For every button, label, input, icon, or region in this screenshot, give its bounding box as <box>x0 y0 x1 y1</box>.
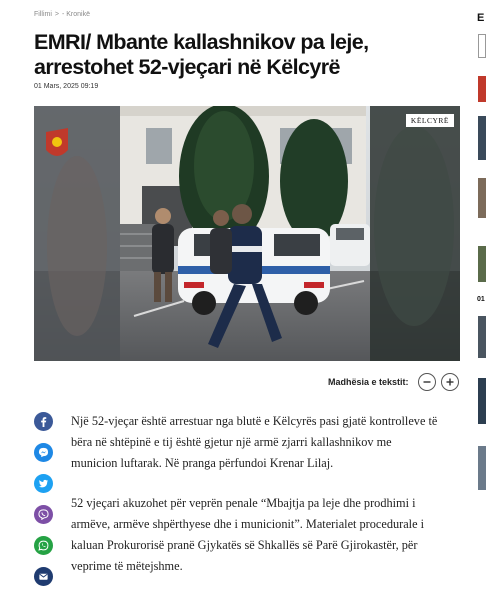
sidebar-thumbnail[interactable] <box>478 378 486 424</box>
whatsapp-icon <box>38 540 49 551</box>
sidebar-snippet: 01 <box>477 296 485 303</box>
decrease-text-button[interactable] <box>417 373 436 391</box>
share-twitter-button[interactable] <box>34 474 53 493</box>
sidebar-thumbnail[interactable] <box>478 76 486 102</box>
breadcrumb-home-link[interactable]: Fillimi <box>34 11 52 18</box>
breadcrumb: Fillimi > - Kronikë <box>34 11 90 18</box>
minus-icon <box>423 381 431 383</box>
sidebar-thumbnail[interactable] <box>478 446 486 490</box>
article-paragraph: Një 52-vjeçar është arrestuar nga blutë … <box>71 414 438 470</box>
breadcrumb-section-link[interactable]: - Kronikë <box>62 11 90 18</box>
sidebar-thumbnail[interactable] <box>478 116 486 160</box>
share-messenger-button[interactable] <box>34 443 53 462</box>
police-arrest-photo <box>34 106 460 361</box>
article-title: EMRI/ Mbante kallashnikov pa leje, arres… <box>34 30 369 79</box>
share-email-button[interactable] <box>34 567 53 586</box>
share-viber-button[interactable] <box>34 505 53 524</box>
twitter-icon <box>38 479 49 488</box>
article-date: 01 Mars, 2025 09:19 <box>34 83 99 90</box>
article-body: Një 52-vjeçar është arrestuar nga blutë … <box>71 411 441 596</box>
location-badge: KËLCYRË <box>405 114 454 127</box>
email-icon <box>39 573 48 580</box>
article-hero-image: KËLCYRË <box>34 106 460 361</box>
article-paragraph: 52 vjeçari akuzohet për veprën penale “M… <box>71 496 425 573</box>
increase-text-button[interactable] <box>440 373 459 391</box>
share-facebook-button[interactable] <box>34 412 53 431</box>
sidebar-thumbnail[interactable] <box>478 246 486 282</box>
breadcrumb-separator: > <box>54 11 59 18</box>
text-size-label: Madhësia e tekstit: <box>328 377 409 387</box>
sidebar-thumbnail[interactable] <box>478 316 486 358</box>
text-size-control: Madhësia e tekstit: <box>328 373 459 391</box>
police-emblem-icon <box>46 128 68 156</box>
sidebar-search-box[interactable] <box>478 34 486 58</box>
sidebar-thumbnail[interactable] <box>478 178 486 218</box>
share-whatsapp-button[interactable] <box>34 536 53 555</box>
plus-icon <box>446 378 454 386</box>
sidebar-header-letter: E <box>477 12 485 24</box>
messenger-icon <box>38 447 49 458</box>
share-bar <box>34 412 53 586</box>
viber-icon <box>38 509 49 520</box>
facebook-icon <box>41 417 47 427</box>
right-sidebar: E 01 <box>476 0 486 600</box>
